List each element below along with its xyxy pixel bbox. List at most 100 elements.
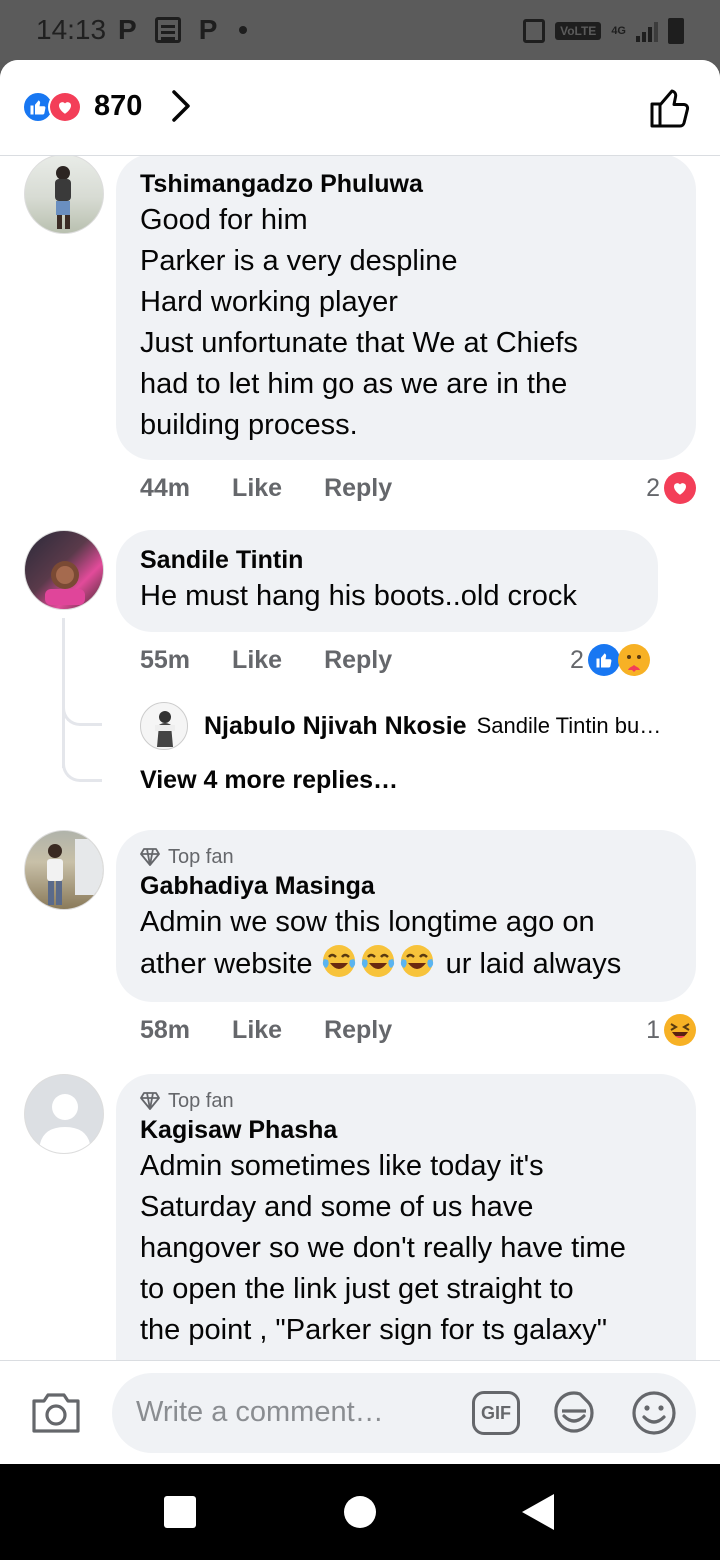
network-type: 4G (611, 25, 626, 37)
comment-actions: 58m Like Reply (140, 1016, 392, 1045)
comment-text: Admin we sow this longtime ago on ather … (140, 902, 672, 985)
comment-author[interactable]: Gabhadiya Masinga (140, 870, 672, 902)
love-icon (48, 91, 82, 123)
status-time: 14:13 (36, 14, 107, 45)
comment-line: the point , "Parker sign for ts galaxy" (140, 1314, 608, 1346)
comment-text: Admin sometimes like today it's Saturday… (140, 1146, 672, 1351)
comment-bubble[interactable]: Tshimangadzo Phuluwa Good for him Parker… (116, 156, 696, 460)
comment-line: Good for him (140, 204, 308, 236)
reply-button[interactable]: Reply (324, 646, 392, 675)
top-fan-badge: Top fan (140, 844, 672, 870)
comment-placeholder: Write a comment… (136, 1396, 384, 1428)
reply-text: Sandile Tintin bu… (476, 713, 662, 738)
reply-author[interactable]: Njabulo Njivah Nkosie (204, 712, 467, 741)
comment-reactions[interactable]: 2 (646, 472, 696, 504)
comment-bubble[interactable]: Top fan Gabhadiya Masinga Admin we sow t… (116, 830, 696, 1002)
comment-line: Hard working player (140, 286, 398, 318)
like-icon (587, 644, 620, 676)
comment-reaction-count: 1 (646, 1015, 660, 1044)
comment-text: Good for him Parker is a very despline H… (140, 200, 672, 446)
notification-icons: P P (118, 14, 248, 46)
camera-icon[interactable] (30, 1391, 82, 1435)
comment-composer: Write a comment… GIF (0, 1360, 720, 1464)
screen: 14:13 P P VoLTE 4G 870 Tshimangadzo Phul… (0, 0, 720, 1560)
comments-sheet: 870 Tshimangadzo Phuluwa Good for him Pa… (0, 60, 720, 1464)
comment-line: to open the link just get straight to (140, 1273, 574, 1305)
like-button[interactable]: Like (232, 646, 282, 675)
comment-line: hangover so we don't really have time (140, 1232, 626, 1264)
app-p-icon: P (118, 14, 137, 45)
view-more-replies[interactable]: View 4 more replies… (140, 766, 398, 795)
comment-line: Parker is a very despline (140, 245, 458, 277)
sticker-icon[interactable] (550, 1389, 598, 1437)
app-p-icon-2: P (198, 14, 218, 45)
comment-time[interactable]: 55m (140, 646, 190, 675)
reply-button[interactable]: Reply (324, 474, 392, 503)
comment-time[interactable]: 44m (140, 474, 190, 503)
battery-icon (668, 18, 684, 44)
news-icon (154, 17, 181, 43)
comment-line: ather website ur laid always (140, 943, 672, 985)
comment-author[interactable]: Sandile Tintin (140, 544, 634, 576)
chevron-right-icon[interactable] (166, 88, 196, 124)
heart-icon (664, 472, 696, 504)
thread-branch (62, 758, 102, 782)
comment-reaction-count: 2 (646, 473, 660, 502)
system-nav-bar (0, 1464, 720, 1560)
emoji-icon[interactable] (630, 1389, 678, 1437)
signal-icon (636, 20, 658, 42)
laughing-tears-emoji-icon (322, 945, 355, 977)
comment-reaction-count: 2 (570, 645, 584, 674)
top-fan-label: Top fan (168, 1090, 234, 1112)
comment-reactions[interactable]: 1 (646, 1014, 696, 1046)
comment-reactions[interactable]: 2 (570, 644, 650, 676)
avatar[interactable] (24, 1074, 104, 1154)
thread-branch (62, 702, 102, 726)
comment-actions: 55m Like Reply (140, 646, 392, 675)
reply-preview[interactable]: Njabulo Njivah Nkosie Sandile Tintin bu… (140, 702, 700, 750)
comment-line: had to let him go as we are in the (140, 368, 568, 400)
comment-line-start: ather website (140, 948, 321, 980)
avatar[interactable] (24, 530, 104, 610)
comment-input[interactable]: Write a comment… GIF (112, 1373, 696, 1453)
comment-bubble[interactable]: Sandile Tintin He must hang his boots..o… (116, 530, 658, 632)
comment-line: Admin we sow this longtime ago on (140, 906, 595, 938)
gif-button[interactable]: GIF (472, 1391, 520, 1435)
more-notifications-dot (239, 26, 248, 34)
comment-bubble[interactable]: Top fan Kagisaw Phasha Admin sometimes l… (116, 1074, 696, 1360)
reply-button[interactable]: Reply (324, 1016, 392, 1045)
comment-author[interactable]: Tshimangadzo Phuluwa (140, 168, 672, 200)
comment-time[interactable]: 58m (140, 1016, 190, 1045)
comment-line: Just unfortunate that We at Chiefs (140, 327, 578, 359)
like-button[interactable]: Like (232, 1016, 282, 1045)
vibrate-icon (523, 19, 546, 43)
diamond-icon (140, 848, 160, 866)
reactions-summary[interactable] (22, 91, 86, 123)
reply-avatar[interactable] (140, 702, 188, 750)
status-bar: 14:13 P P VoLTE 4G (0, 0, 720, 62)
comment-line: Saturday and some of us have (140, 1191, 534, 1223)
top-fan-badge: Top fan (140, 1088, 672, 1114)
avatar[interactable] (24, 830, 104, 910)
home-button[interactable] (344, 1496, 376, 1528)
comment-text: He must hang his boots..old crock (140, 580, 577, 612)
thread-line (62, 618, 65, 768)
recents-button[interactable] (164, 1496, 196, 1528)
avatar[interactable] (24, 156, 104, 234)
reactions-header: 870 (0, 60, 720, 156)
comment-line: building process. (140, 409, 358, 441)
laughing-tears-emoji-icon (400, 945, 433, 977)
reaction-count[interactable]: 870 (94, 90, 142, 123)
comment-line: Admin sometimes like today it's (140, 1150, 544, 1182)
diamond-icon (140, 1092, 160, 1110)
top-fan-label: Top fan (168, 846, 234, 868)
comment-line-end: ur laid always (437, 948, 622, 980)
laughing-tears-emoji-icon (361, 945, 394, 977)
comment-author[interactable]: Kagisaw Phasha (140, 1114, 672, 1146)
haha-icon (664, 1014, 696, 1046)
like-button[interactable]: Like (232, 474, 282, 503)
system-icons: VoLTE 4G (523, 18, 684, 44)
comment-actions: 44m Like Reply (140, 474, 392, 503)
back-button[interactable] (522, 1494, 554, 1530)
like-post-icon[interactable] (648, 86, 692, 130)
